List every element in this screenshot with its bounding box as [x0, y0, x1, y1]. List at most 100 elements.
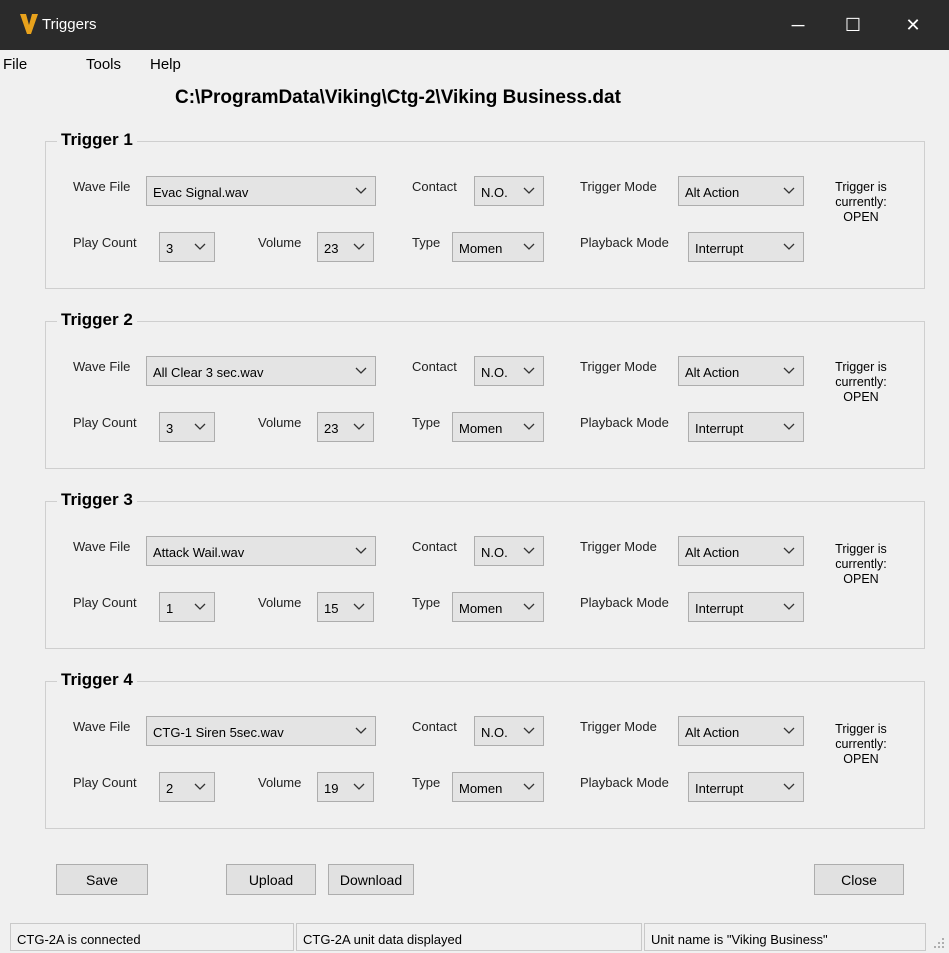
minimize-button[interactable]: ─ — [775, 0, 821, 50]
play-count-select[interactable]: 3 — [159, 232, 215, 262]
chevron-down-icon — [783, 187, 795, 194]
trigger-status-line1: Trigger is — [835, 722, 887, 736]
window-title: Triggers — [42, 16, 97, 33]
play-count-select[interactable]: 2 — [159, 772, 215, 802]
chevron-down-icon — [783, 783, 795, 790]
play-count-select[interactable]: 3 — [159, 412, 215, 442]
trigger-status-line2: currently: — [835, 375, 887, 389]
close-window-button[interactable]: ✕ — [890, 0, 936, 50]
resize-grip-icon[interactable] — [933, 937, 945, 949]
type-select[interactable]: Momen — [452, 232, 544, 262]
volume-select[interactable]: 15 — [317, 592, 374, 622]
contact-label: Contact — [412, 359, 457, 374]
wave-file-value: CTG-1 Siren 5sec.wav — [153, 725, 284, 740]
contact-select[interactable]: N.O. — [474, 536, 544, 566]
trigger-status-line1: Trigger is — [835, 542, 887, 556]
chevron-down-icon — [353, 423, 365, 430]
chevron-down-icon — [523, 547, 535, 554]
upload-button[interactable]: Upload — [226, 864, 316, 895]
wave-file-label: Wave File — [73, 359, 131, 374]
wave-file-label: Wave File — [73, 539, 131, 554]
volume-select[interactable]: 23 — [317, 412, 374, 442]
volume-label: Volume — [258, 235, 302, 250]
chevron-down-icon — [523, 603, 535, 610]
contact-select[interactable]: N.O. — [474, 356, 544, 386]
chevron-down-icon — [783, 367, 795, 374]
wave-file-select[interactable]: All Clear 3 sec.wav — [146, 356, 376, 386]
chevron-down-icon — [353, 783, 365, 790]
chevron-down-icon — [194, 423, 206, 430]
playback-mode-select[interactable]: Interrupt — [688, 772, 804, 802]
volume-label: Volume — [258, 775, 302, 790]
playback-mode-select[interactable]: Interrupt — [688, 412, 804, 442]
play-count-value: 3 — [166, 421, 174, 436]
volume-value: 19 — [324, 781, 339, 796]
trigger-title: Trigger 2 — [57, 310, 137, 330]
volume-select[interactable]: 19 — [317, 772, 374, 802]
trigger-mode-select[interactable]: Alt Action — [678, 176, 804, 206]
trigger-state-value: OPEN — [843, 752, 879, 766]
trigger-status: Trigger is currently: OPEN — [831, 180, 891, 225]
play-count-value: 2 — [166, 781, 174, 796]
contact-select[interactable]: N.O. — [474, 716, 544, 746]
chevron-down-icon — [523, 727, 535, 734]
playback-mode-select[interactable]: Interrupt — [688, 232, 804, 262]
title-bar: Triggers ─ ☐ ✕ — [0, 0, 949, 50]
save-button[interactable]: Save — [56, 864, 148, 895]
type-value: Momen — [459, 421, 503, 436]
trigger-mode-value: Alt Action — [685, 545, 740, 560]
trigger-mode-value: Alt Action — [685, 185, 740, 200]
wave-file-select[interactable]: Evac Signal.wav — [146, 176, 376, 206]
playback-mode-label: Playback Mode — [580, 235, 669, 250]
playback-mode-select[interactable]: Interrupt — [688, 592, 804, 622]
wave-file-select[interactable]: Attack Wail.wav — [146, 536, 376, 566]
chevron-down-icon — [355, 187, 367, 194]
trigger-title: Trigger 3 — [57, 490, 137, 510]
play-count-label: Play Count — [73, 595, 137, 610]
close-button[interactable]: Close — [814, 864, 904, 895]
trigger-panel-4: Trigger 4 Wave File CTG-1 Siren 5sec.wav… — [45, 670, 925, 829]
volume-select[interactable]: 23 — [317, 232, 374, 262]
status-connection: CTG-2A is connected — [10, 923, 294, 951]
menu-tools[interactable]: Tools — [86, 56, 121, 73]
type-value: Momen — [459, 241, 503, 256]
type-value: Momen — [459, 601, 503, 616]
type-select[interactable]: Momen — [452, 772, 544, 802]
trigger-mode-label: Trigger Mode — [580, 539, 657, 554]
type-select[interactable]: Momen — [452, 412, 544, 442]
play-count-value: 1 — [166, 601, 174, 616]
contact-value: N.O. — [481, 725, 508, 740]
menu-file[interactable]: File — [3, 56, 27, 73]
trigger-mode-select[interactable]: Alt Action — [678, 716, 804, 746]
chevron-down-icon — [353, 603, 365, 610]
type-select[interactable]: Momen — [452, 592, 544, 622]
trigger-title: Trigger 4 — [57, 670, 137, 690]
status-unit-name: Unit name is "Viking Business" — [644, 923, 926, 951]
play-count-select[interactable]: 1 — [159, 592, 215, 622]
wave-file-select[interactable]: CTG-1 Siren 5sec.wav — [146, 716, 376, 746]
maximize-button[interactable]: ☐ — [830, 0, 876, 50]
chevron-down-icon — [523, 243, 535, 250]
menu-help[interactable]: Help — [150, 56, 181, 73]
chevron-down-icon — [353, 243, 365, 250]
volume-value: 23 — [324, 421, 339, 436]
chevron-down-icon — [783, 727, 795, 734]
trigger-status: Trigger is currently: OPEN — [831, 542, 891, 587]
volume-label: Volume — [258, 415, 302, 430]
download-button[interactable]: Download — [328, 864, 414, 895]
status-data: CTG-2A unit data displayed — [296, 923, 642, 951]
viking-logo-icon — [20, 14, 38, 34]
trigger-state-value: OPEN — [843, 210, 879, 224]
playback-mode-value: Interrupt — [695, 601, 744, 616]
volume-label: Volume — [258, 595, 302, 610]
chevron-down-icon — [523, 367, 535, 374]
type-label: Type — [412, 235, 441, 250]
wave-file-value: All Clear 3 sec.wav — [153, 365, 264, 380]
trigger-mode-value: Alt Action — [685, 365, 740, 380]
trigger-mode-label: Trigger Mode — [580, 719, 657, 734]
trigger-status-line1: Trigger is — [835, 360, 887, 374]
contact-select[interactable]: N.O. — [474, 176, 544, 206]
trigger-mode-select[interactable]: Alt Action — [678, 356, 804, 386]
trigger-mode-select[interactable]: Alt Action — [678, 536, 804, 566]
chevron-down-icon — [523, 187, 535, 194]
